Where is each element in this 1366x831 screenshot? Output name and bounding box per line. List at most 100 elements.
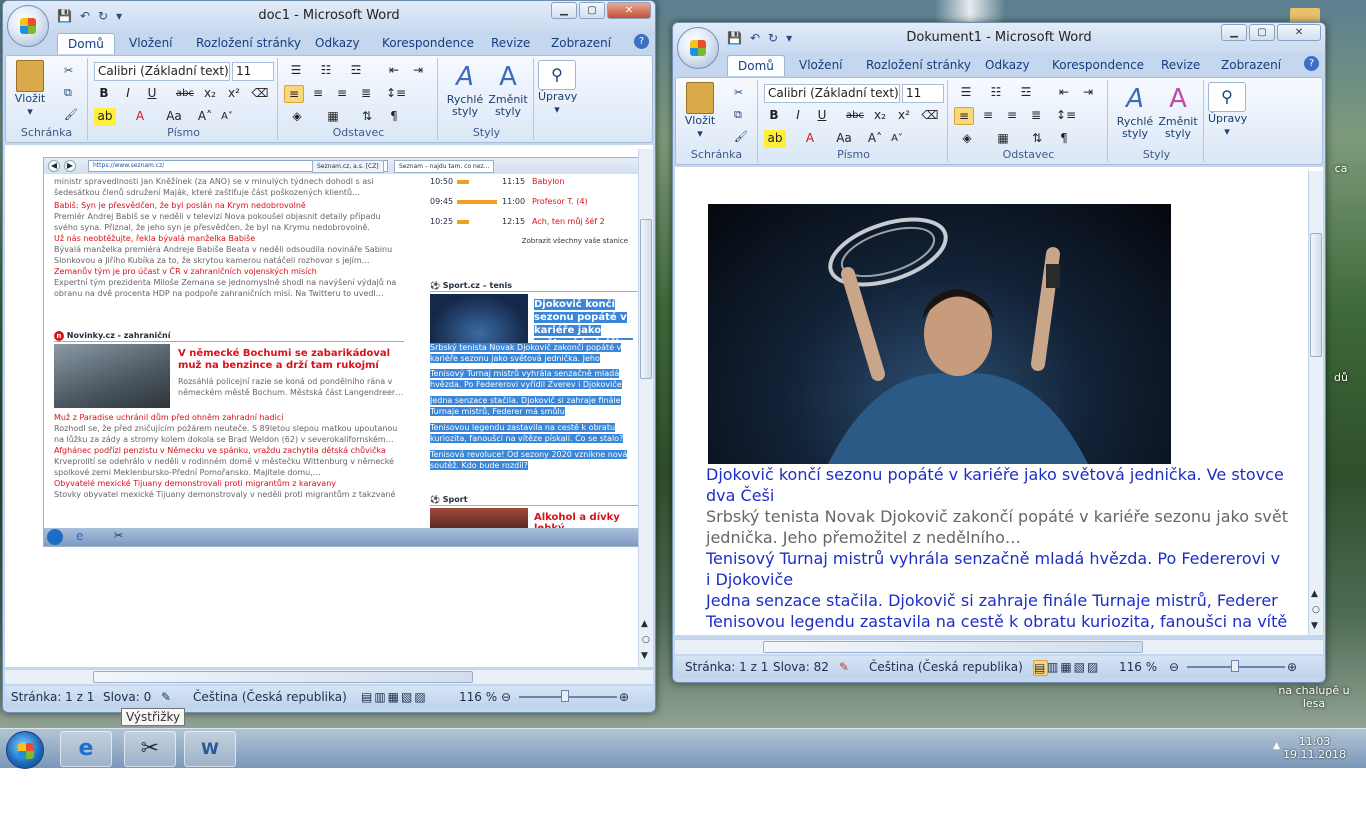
change-styles-button[interactable]: A Změnit styly — [1156, 82, 1200, 140]
vertical-scrollbar[interactable]: ▲ ○ ▼ — [1308, 171, 1323, 635]
minimize-button[interactable]: ▁ — [1221, 24, 1247, 41]
zoom-in-icon[interactable]: ⊕ — [1287, 660, 1297, 674]
bold-icon[interactable]: B — [94, 85, 114, 103]
multilevel-list-icon[interactable]: ☲ — [344, 62, 368, 80]
tab-references[interactable]: Odkazy — [985, 58, 1030, 72]
horizontal-scroll-thumb[interactable] — [93, 671, 473, 683]
status-words[interactable]: Slova: 82 — [773, 660, 829, 674]
status-language[interactable]: Čeština (Česká republika) — [193, 690, 347, 704]
vertical-scroll-thumb[interactable] — [1310, 233, 1322, 357]
doc-line[interactable]: Srbský tenista Novak Djokovič zakončí po… — [706, 506, 1288, 527]
taskbar-word[interactable]: W — [184, 731, 236, 767]
justify-icon[interactable]: ≣ — [356, 85, 376, 103]
change-case-icon[interactable]: Aa — [832, 130, 856, 148]
paste-button[interactable]: Vložit ▾ — [682, 82, 718, 140]
format-painter-icon[interactable]: 🖌 — [734, 130, 748, 143]
numbering-icon[interactable]: ☷ — [984, 84, 1008, 102]
change-case-icon[interactable]: Aa — [162, 108, 186, 126]
borders-icon[interactable]: ▦ — [990, 130, 1016, 148]
copy-icon[interactable]: ⧉ — [64, 86, 72, 100]
help-icon[interactable]: ? — [634, 34, 649, 49]
shrink-font-icon[interactable]: A˅ — [218, 108, 236, 126]
shading-icon[interactable]: ◈ — [954, 130, 980, 148]
bullets-icon[interactable]: ☰ — [284, 62, 308, 80]
taskbar-ie[interactable]: e — [60, 731, 112, 767]
proofing-icon[interactable]: ✎ — [161, 690, 171, 704]
align-right-icon[interactable]: ≡ — [1002, 107, 1022, 125]
help-icon[interactable]: ? — [1304, 56, 1319, 71]
sort-icon[interactable]: ⇅ — [1026, 130, 1048, 148]
view-buttons-rest[interactable]: ▥▦▧▨ — [1047, 660, 1100, 674]
cut-icon[interactable]: ✂ — [64, 64, 73, 77]
browse-object-icon[interactable]: ○ — [642, 635, 650, 645]
tab-page-layout[interactable]: Rozložení stránky — [866, 58, 971, 72]
clock[interactable]: 11:03 19.11.2018 — [1283, 735, 1346, 761]
zoom-slider-thumb[interactable] — [561, 690, 569, 702]
taskbar-snipping-tool[interactable]: ✂ — [124, 731, 176, 767]
tab-mailings[interactable]: Korespondence — [1052, 58, 1144, 72]
office-button[interactable] — [7, 5, 49, 47]
next-page-icon[interactable]: ▼ — [1311, 621, 1318, 631]
show-marks-icon[interactable]: ¶ — [1054, 130, 1074, 148]
close-button[interactable]: ✕ — [1277, 24, 1321, 41]
shading-icon[interactable]: ◈ — [284, 108, 310, 126]
doc-line[interactable]: Tenisovou legendu zastavila na cestě k o… — [706, 611, 1288, 632]
editing-button[interactable]: ⚲ Úpravy ▾ — [538, 60, 577, 116]
highlight-icon[interactable]: ab — [94, 108, 116, 126]
grow-font-icon[interactable]: A˄ — [866, 130, 884, 148]
zoom-slider-thumb[interactable] — [1231, 660, 1239, 672]
font-color-icon[interactable]: A — [800, 130, 820, 148]
tab-insert[interactable]: Vložení — [129, 36, 173, 50]
maximize-button[interactable]: ▢ — [579, 2, 605, 19]
borders-icon[interactable]: ▦ — [320, 108, 346, 126]
italic-icon[interactable]: I — [788, 107, 808, 125]
align-right-icon[interactable]: ≡ — [332, 85, 352, 103]
status-page[interactable]: Stránka: 1 z 1 — [685, 660, 768, 674]
multilevel-list-icon[interactable]: ☲ — [1014, 84, 1038, 102]
title-bar[interactable]: 💾 ↶ ↻ ▾ Dokument1 - Microsoft Word ▁ ▢ ✕ — [673, 23, 1325, 53]
maximize-button[interactable]: ▢ — [1249, 24, 1275, 41]
desktop-icon-1[interactable]: ca — [1326, 162, 1356, 175]
superscript-icon[interactable]: x² — [224, 85, 244, 103]
change-styles-button[interactable]: A Změnit styly — [486, 60, 530, 118]
strikethrough-icon[interactable]: abc — [174, 85, 196, 103]
close-button[interactable]: ✕ — [607, 2, 651, 19]
doc-line[interactable]: Tenisový Turnaj mistrů vyhrála senzačně … — [706, 548, 1288, 569]
editing-button[interactable]: ⚲ Úpravy ▾ — [1208, 82, 1247, 138]
start-button[interactable] — [6, 731, 44, 769]
line-spacing-icon[interactable]: ↕≡ — [384, 85, 408, 103]
doc-line[interactable]: Jedna senzace stačila. Djokovič si zahra… — [706, 590, 1288, 611]
font-name-combo[interactable]: Calibri (Základní text) — [764, 84, 900, 103]
font-size-combo[interactable]: 11 — [232, 62, 274, 81]
increase-indent-icon[interactable]: ⇥ — [408, 62, 428, 80]
browse-object-icon[interactable]: ○ — [1312, 605, 1320, 615]
horizontal-scrollbar[interactable] — [675, 639, 1323, 654]
view-buttons[interactable]: ▤▥▦▧▨ — [361, 690, 428, 704]
zoom-out-icon[interactable]: ⊖ — [1169, 660, 1179, 674]
horizontal-scrollbar[interactable] — [5, 669, 653, 684]
shrink-font-icon[interactable]: A˅ — [888, 130, 906, 148]
show-marks-icon[interactable]: ¶ — [384, 108, 404, 126]
subscript-icon[interactable]: x₂ — [870, 107, 890, 125]
prev-page-icon[interactable]: ▲ — [641, 619, 648, 629]
office-button[interactable] — [677, 27, 719, 69]
superscript-icon[interactable]: x² — [894, 107, 914, 125]
clear-formatting-icon[interactable]: ⌫ — [250, 85, 270, 103]
clear-formatting-icon[interactable]: ⌫ — [920, 107, 940, 125]
decrease-indent-icon[interactable]: ⇤ — [384, 62, 404, 80]
paste-button[interactable]: Vložit ▾ — [12, 60, 48, 118]
align-left-icon[interactable]: ≡ — [954, 107, 974, 125]
format-painter-icon[interactable]: 🖌 — [64, 108, 78, 121]
vertical-scrollbar[interactable]: ▲ ○ ▼ — [638, 149, 653, 667]
next-page-icon[interactable]: ▼ — [641, 651, 648, 661]
status-language[interactable]: Čeština (Česká republika) — [869, 660, 1023, 674]
zoom-level[interactable]: 116 % — [1119, 660, 1157, 674]
proofing-icon[interactable]: ✎ — [839, 660, 849, 674]
sort-icon[interactable]: ⇅ — [356, 108, 378, 126]
tab-insert[interactable]: Vložení — [799, 58, 843, 72]
copy-icon[interactable]: ⧉ — [734, 108, 742, 122]
desktop-icon-2[interactable]: dů — [1326, 371, 1356, 384]
quick-styles-button[interactable]: A Rychlé styly — [1114, 82, 1156, 140]
show-hidden-icons-icon[interactable]: ▲ — [1273, 741, 1280, 751]
cut-icon[interactable]: ✂ — [734, 86, 743, 99]
